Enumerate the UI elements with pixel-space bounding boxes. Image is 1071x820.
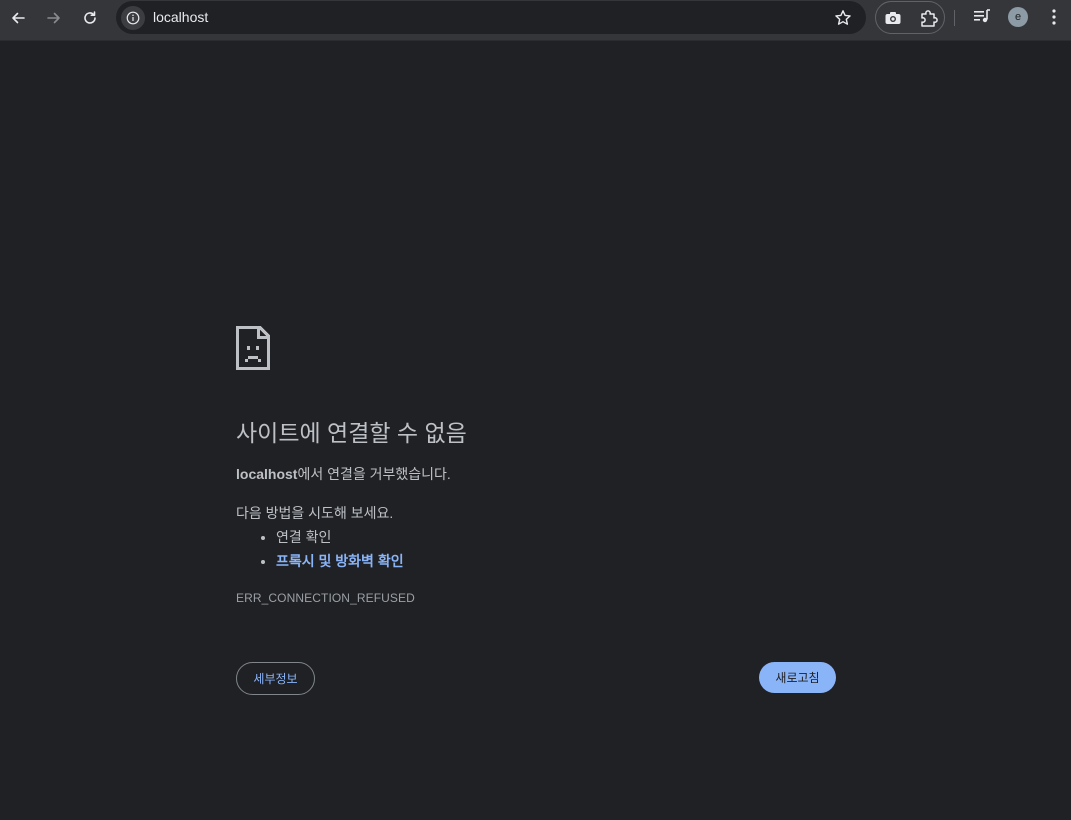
- address-bar[interactable]: localhost: [116, 1, 866, 34]
- error-summary-text: 에서 연결을 거부했습니다.: [297, 466, 451, 482]
- back-button[interactable]: [5, 5, 31, 31]
- camera-icon[interactable]: [883, 8, 903, 28]
- details-button[interactable]: 세부정보: [236, 662, 315, 695]
- suggestions-list: 연결 확인 프록시 및 방화벽 확인: [236, 525, 404, 573]
- info-icon[interactable]: [121, 6, 145, 30]
- kebab-menu-icon[interactable]: [1044, 7, 1064, 27]
- reload-icon: [84, 11, 96, 24]
- media-queue-icon[interactable]: [972, 7, 992, 27]
- profile-avatar[interactable]: e: [1008, 7, 1028, 27]
- forward-button[interactable]: [41, 5, 67, 31]
- error-title: 사이트에 연결할 수 없음: [236, 420, 467, 446]
- puzzle-icon[interactable]: [918, 7, 940, 29]
- sad-page-icon: [236, 326, 270, 370]
- arrow-right-icon: [47, 12, 60, 24]
- suggestion-check-connection: 연결 확인: [276, 525, 404, 549]
- arrow-left-icon: [12, 12, 25, 24]
- check-proxy-firewall-link[interactable]: 프록시 및 방화벽 확인: [276, 553, 404, 569]
- reload-button[interactable]: [77, 5, 103, 31]
- error-summary: localhost에서 연결을 거부했습니다.: [236, 464, 451, 484]
- error-code[interactable]: ERR_CONNECTION_REFUSED: [236, 591, 415, 605]
- browser-toolbar: localhost e: [0, 0, 1071, 41]
- toolbar-divider: [954, 10, 955, 26]
- extensions-group: [875, 1, 945, 34]
- reload-page-button[interactable]: 새로고침: [759, 662, 836, 693]
- url-text[interactable]: localhost: [153, 1, 208, 34]
- star-icon[interactable]: [833, 8, 853, 28]
- suggestions-heading: 다음 방법을 시도해 보세요.: [236, 505, 394, 521]
- error-host: localhost: [236, 466, 298, 482]
- suggestion-check-proxy-firewall: 프록시 및 방화벽 확인: [276, 549, 404, 573]
